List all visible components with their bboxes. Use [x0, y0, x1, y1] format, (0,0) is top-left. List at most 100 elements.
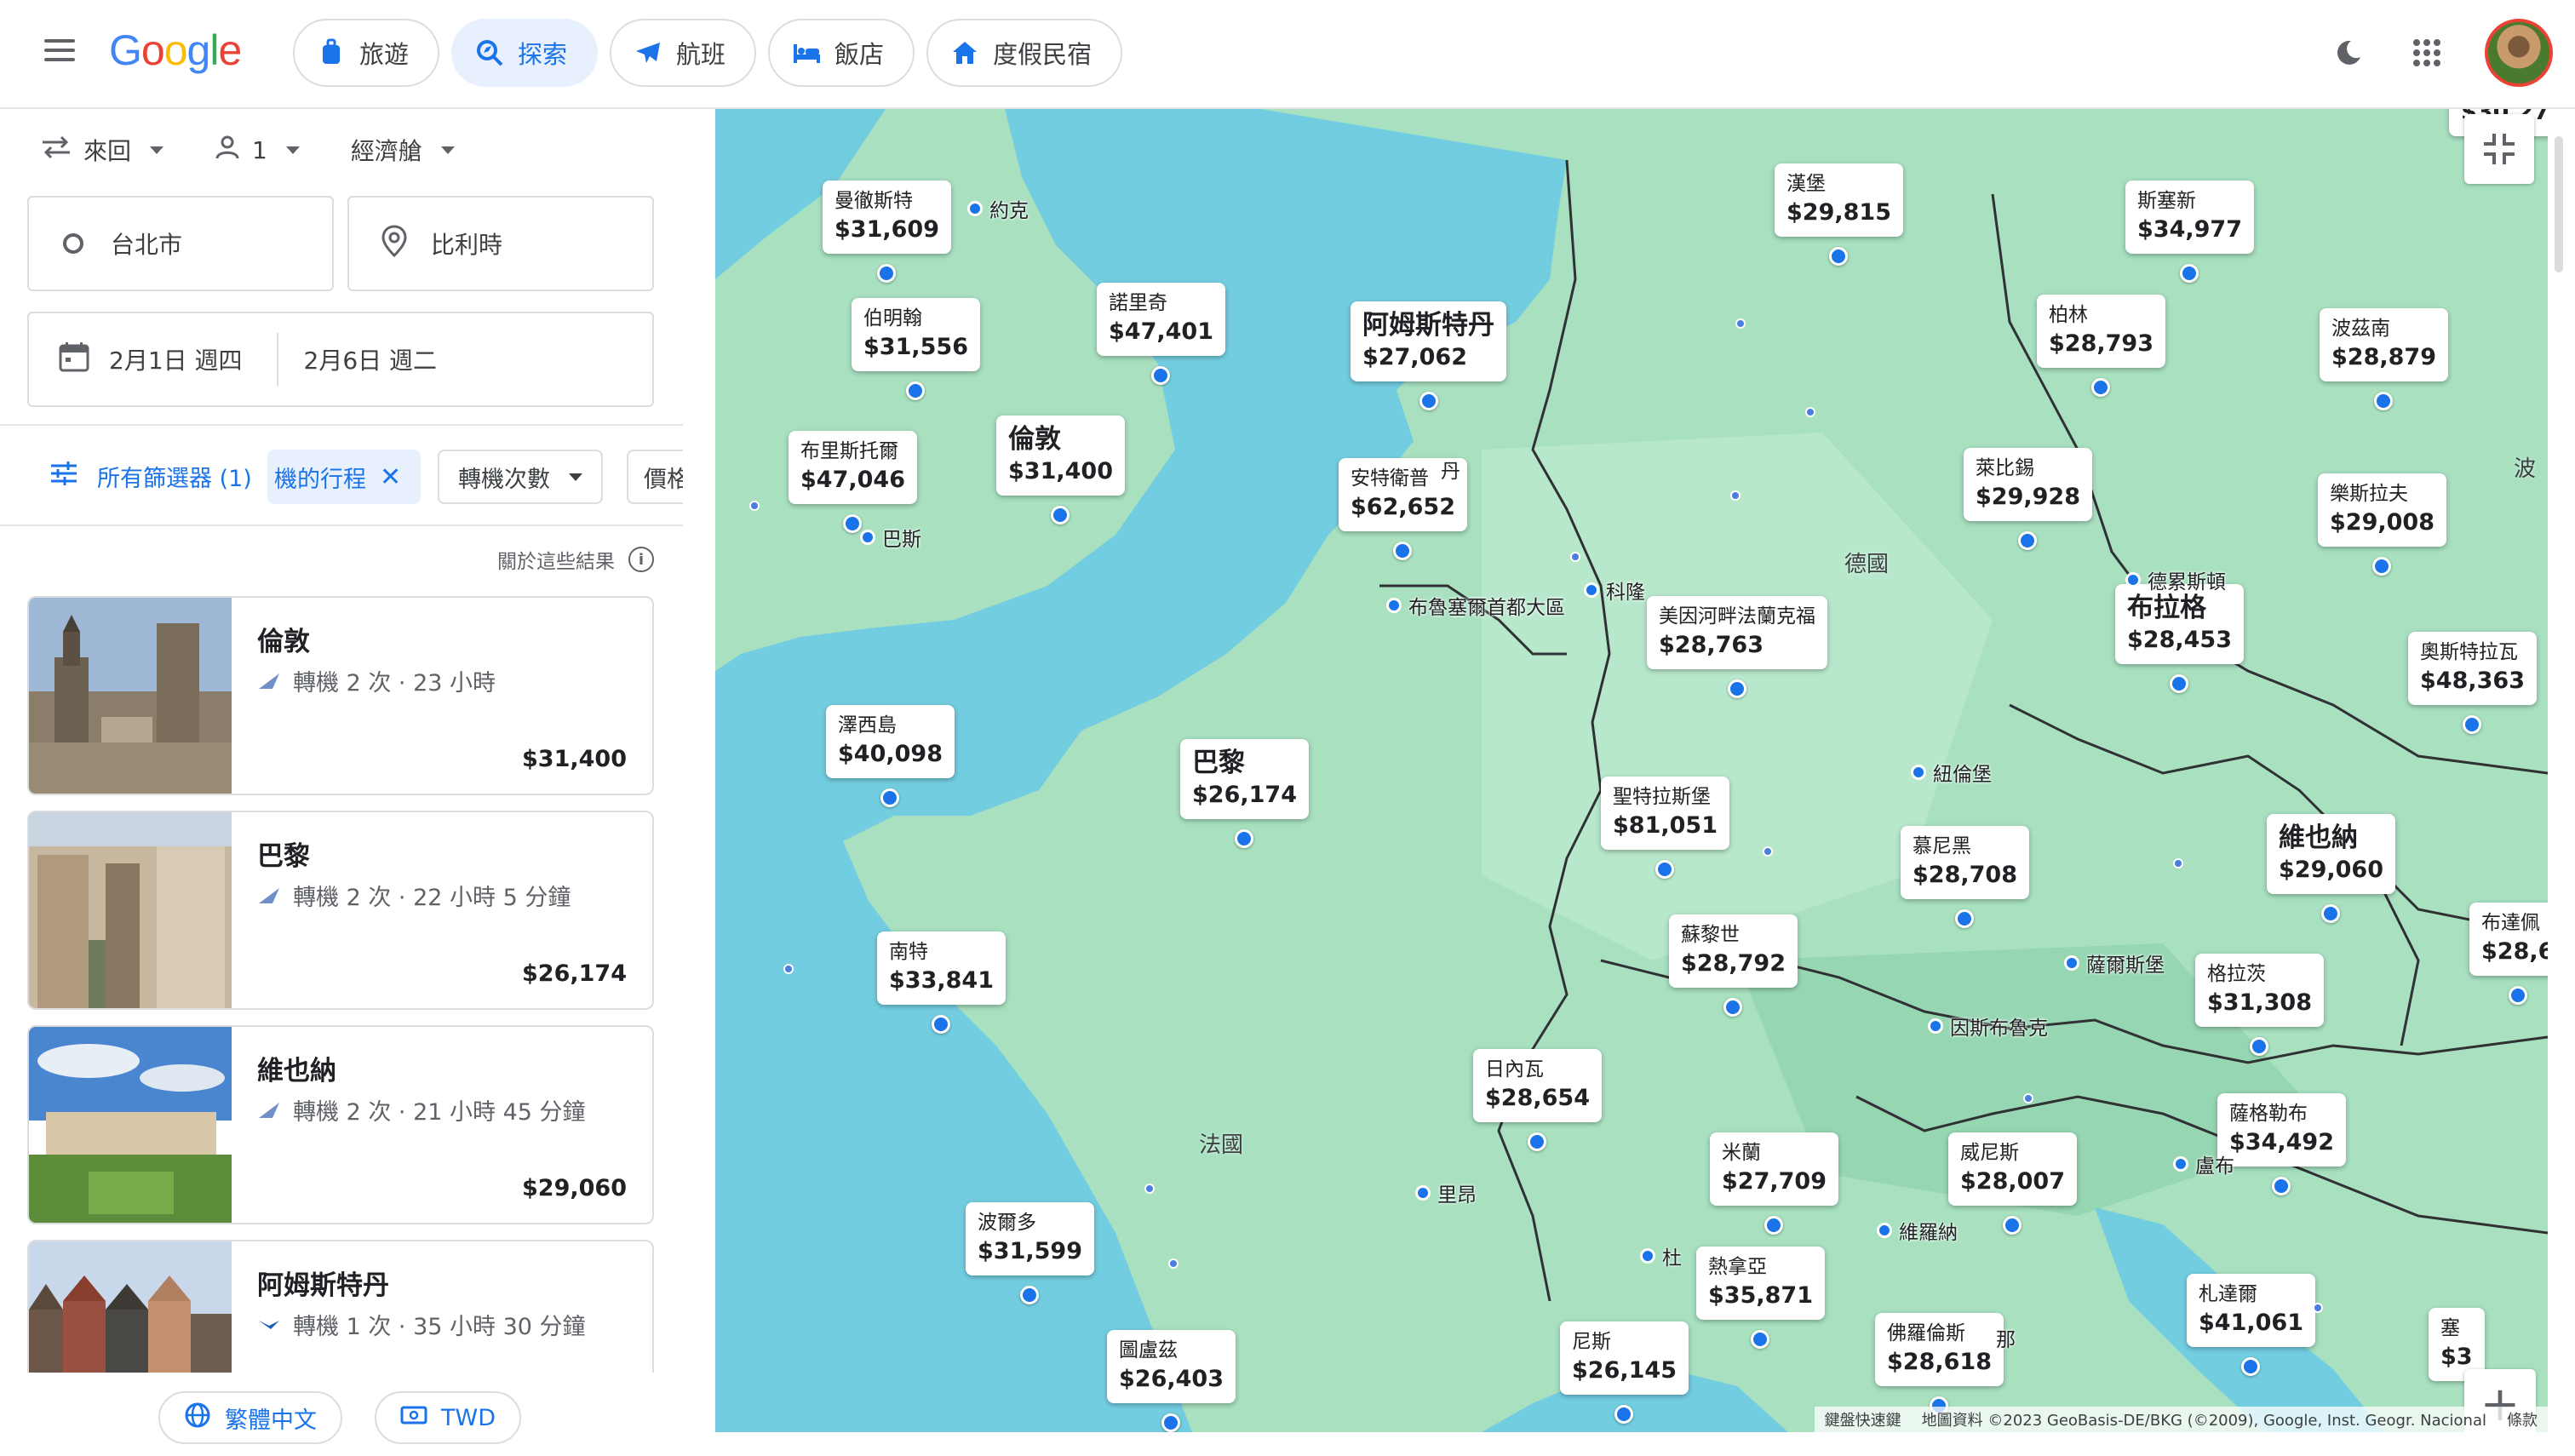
place-name: 巴斯	[882, 529, 921, 551]
dark-mode-icon[interactable]	[2328, 32, 2369, 73]
map-price-pin[interactable]: 布拉格 $28,453	[2115, 584, 2244, 693]
apps-grid-icon[interactable]	[2406, 32, 2447, 73]
tab-travel[interactable]: 旅遊	[293, 19, 440, 87]
keyboard-shortcuts-link[interactable]: 鍵盤快速鍵	[1825, 1408, 1901, 1430]
date-range-field[interactable]: 2月1日 週四 2月6日 週二	[27, 312, 654, 407]
tab-flights[interactable]: 航班	[610, 19, 757, 87]
map-price-pin[interactable]: 圖盧茲 $26,403	[1107, 1330, 1236, 1432]
currency-button[interactable]: TWD	[375, 1391, 521, 1444]
result-card[interactable]: 維也納 轉機 2 次 · 21 小時 45 分鐘 $29,060	[27, 1025, 654, 1224]
map-price-pin[interactable]: 熱拿亞 $35,871	[1696, 1247, 1825, 1349]
result-card[interactable]: 阿姆斯特丹 轉機 1 次 · 35 小時 30 分鐘	[27, 1240, 654, 1373]
selected-filter-chip[interactable]: 機的行程 ✕	[267, 450, 421, 504]
map-price-pin[interactable]: 倫敦 $31,400	[996, 416, 1125, 525]
result-card[interactable]: 巴黎 轉機 2 次 · 22 小時 5 分鐘 $26,174	[27, 811, 654, 1010]
result-city: 維也納	[257, 1056, 336, 1086]
pin-price: $28,793	[2049, 330, 2153, 357]
map-price-pin[interactable]: 尼斯 $26,145	[1560, 1321, 1689, 1424]
pin-price: $28,763	[1659, 632, 1764, 658]
all-filters-button[interactable]: 所有篩選器 (1)	[51, 460, 252, 493]
page-scrollbar[interactable]	[2555, 136, 2563, 272]
price-filter-chip[interactable]: 價格	[627, 450, 683, 504]
language-button[interactable]: 繁體中文	[158, 1391, 342, 1444]
pin-price: $27,062	[1362, 344, 1467, 370]
place-name: 維羅納	[1899, 1222, 1958, 1244]
map-price-pin[interactable]: 曼徹斯特 $31,609	[823, 181, 951, 283]
destination-field[interactable]: 比利時	[347, 196, 654, 291]
map-price-pin[interactable]: 聖特拉斯堡 $81,051	[1601, 777, 1729, 879]
result-card[interactable]: 倫敦 轉機 2 次 · 23 小時 $31,400	[27, 596, 654, 795]
country-label: 波	[2514, 456, 2537, 482]
map-price-pin[interactable]: 蘇黎世 $28,792	[1669, 914, 1798, 1017]
passenger-select[interactable]: 1	[215, 133, 300, 167]
depart-date[interactable]: 2月1日 週四	[109, 342, 243, 376]
map-price-pin[interactable]: 波茲南 $28,879	[2320, 308, 2448, 410]
chevron-down-icon	[285, 146, 300, 154]
tab-vacation-rentals[interactable]: 度假民宿	[926, 19, 1123, 87]
map-price-pin[interactable]: 波爾多 $31,599	[966, 1202, 1094, 1304]
about-results-link[interactable]: 關於這些結果 i	[497, 545, 654, 574]
map-price-pin[interactable]: 澤西島 $40,098	[826, 705, 955, 807]
map-price-pin[interactable]: 諾里奇 $47,401	[1097, 283, 1225, 385]
map-price-pin[interactable]: 伯明翰 $31,556	[852, 298, 980, 400]
person-icon	[215, 135, 240, 166]
pin-city: 奧斯特拉瓦	[2420, 641, 2518, 663]
result-price: $29,060	[522, 1175, 627, 1201]
map-price-pin[interactable]: 慕尼黑 $28,708	[1901, 826, 2029, 928]
city-marker-icon	[1584, 582, 1599, 598]
map-price-pin[interactable]: 格拉茨 $31,308	[2195, 954, 2324, 1056]
info-icon: i	[628, 547, 654, 572]
trip-options: 來回 1 經濟艙	[41, 133, 455, 167]
map-price-pin[interactable]: 薩格勒布 $34,492	[2217, 1093, 2346, 1195]
map-price-pin[interactable]: 日內瓦 $28,654	[1473, 1049, 1602, 1151]
place-label: 盧布	[2173, 1149, 2234, 1178]
tab-hotels[interactable]: 飯店	[768, 19, 915, 87]
airport-icon	[2374, 392, 2394, 410]
pin-price: $28,792	[1681, 950, 1786, 977]
airport-icon	[2321, 904, 2341, 923]
map-price-pin[interactable]: 布里斯托爾 $47,046	[789, 431, 917, 533]
map-price-pin[interactable]: 米蘭 $27,709	[1710, 1132, 1838, 1235]
exit-fullscreen-icon[interactable]	[2464, 114, 2534, 184]
map-price-pin[interactable]: 巴黎 $26,174	[1180, 739, 1309, 848]
pin-price: $40,098	[838, 741, 943, 767]
return-date[interactable]: 2月6日 週二	[304, 342, 438, 376]
pin-price: $47,401	[1109, 318, 1213, 345]
place-name: 約克	[989, 200, 1029, 222]
result-meta-text: 轉機 1 次 · 35 小時 30 分鐘	[293, 1314, 586, 1340]
map-price-pin[interactable]: 柏林 $28,793	[2037, 295, 2165, 397]
map-price-pin[interactable]: 威尼斯 $28,007	[1948, 1132, 2077, 1235]
explore-map[interactable]: 曼徹斯特 $31,609 伯明翰 $31,556 諾里奇 $47,401 阿姆斯特丹 $…	[715, 109, 2548, 1432]
chevron-down-icon	[440, 146, 455, 154]
pin-price: $31,400	[1008, 458, 1113, 484]
tab-explore[interactable]: 探索	[451, 19, 599, 87]
map-price-pin[interactable]: 樂斯拉夫 $29,008	[2318, 473, 2446, 576]
pin-city: 諾里奇	[1109, 292, 1167, 314]
stops-filter-chip[interactable]: 轉機次數	[438, 450, 603, 504]
map-price-pin[interactable]: 維也納 $29,060	[2267, 814, 2395, 923]
airport-icon	[1051, 506, 1070, 525]
map-price-pin[interactable]: 布達佩 $28,6	[2469, 903, 2548, 1005]
map-price-pin[interactable]: 阿姆斯特丹 $27,062	[1351, 301, 1506, 410]
map-price-pin[interactable]: 佛羅倫斯 $28,618	[1875, 1313, 2004, 1415]
google-logo[interactable]: Google	[109, 26, 242, 75]
main-menu-button[interactable]	[39, 34, 80, 75]
origin-field[interactable]: 台北市	[27, 196, 334, 291]
map-price-pin[interactable]: 漢堡 $29,815	[1775, 163, 1903, 266]
city-marker-icon	[2173, 1156, 2188, 1172]
map-price-pin[interactable]: 萊比錫 $29,928	[1964, 448, 2092, 550]
account-avatar[interactable]	[2485, 19, 2553, 87]
map-price-pin[interactable]: 美因河畔法蘭克福 $28,763	[1647, 596, 1827, 698]
terms-link[interactable]: 條款	[2507, 1408, 2538, 1430]
airport-icon	[1764, 1216, 1784, 1235]
map-price-pin[interactable]: 南特 $33,841	[877, 931, 1006, 1034]
map-price-pin[interactable]: 札達爾 $41,061	[2187, 1274, 2315, 1376]
map-price-pin[interactable]: 斯塞新 $34,977	[2125, 181, 2254, 283]
pin-city: 波茲南	[2331, 318, 2390, 340]
destination-value: 比利時	[431, 231, 503, 259]
place-name: 那	[1996, 1329, 2016, 1351]
map-price-pin[interactable]: 奧斯特拉瓦 $48,363	[2408, 632, 2537, 734]
cabin-select[interactable]: 經濟艙	[351, 133, 455, 167]
trip-type-select[interactable]: 來回	[41, 133, 164, 167]
close-icon[interactable]: ✕	[380, 462, 401, 492]
